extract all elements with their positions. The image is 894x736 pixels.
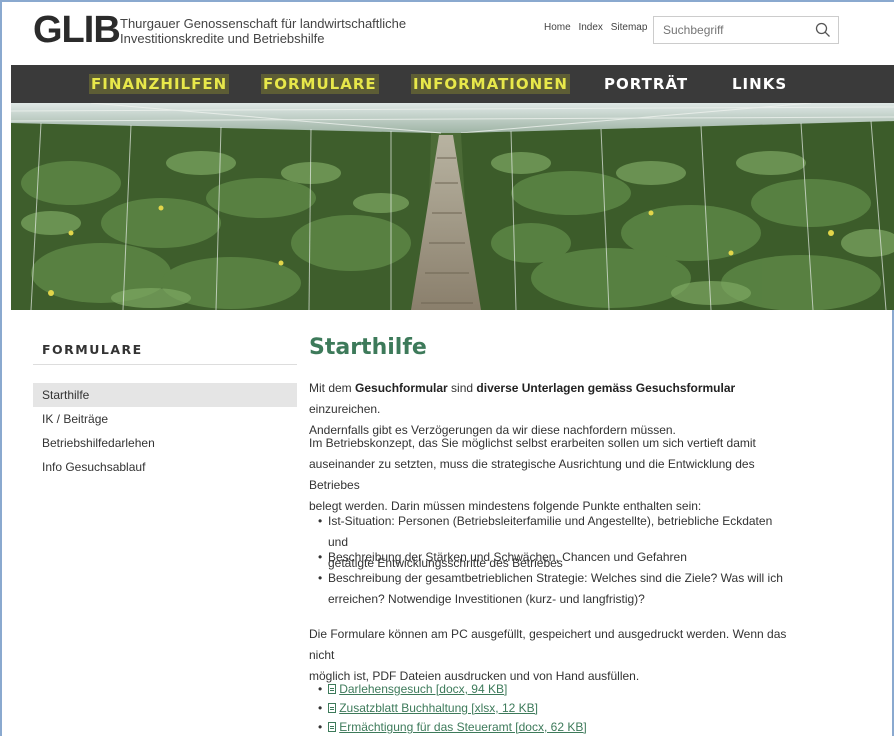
sitemap-link[interactable]: Sitemap bbox=[611, 22, 648, 33]
download-link-ermaechtigung[interactable]: Ermächtigung für das Steueramt [docx, 62… bbox=[339, 720, 586, 734]
top-links: Home Index Sitemap bbox=[544, 22, 652, 33]
download-link-darlehensgesuch[interactable]: Darlehensgesuch [docx, 94 KB] bbox=[339, 682, 507, 696]
greenhouse-photo bbox=[11, 103, 894, 310]
bullet-2-line-1: Beschreibung der Stärken und Schwächen, … bbox=[328, 550, 687, 564]
search-icon[interactable] bbox=[815, 22, 831, 38]
nav-finanzhilfen[interactable]: FINANZHILFEN bbox=[89, 74, 230, 94]
page-content: GLIB Thurgauer Genossenschaft für landwi… bbox=[11, 2, 894, 736]
site-header: GLIB Thurgauer Genossenschaft für landwi… bbox=[11, 2, 894, 65]
sidebar-item-starthilfe[interactable]: Starthilfe bbox=[33, 383, 297, 407]
index-link[interactable]: Index bbox=[578, 22, 602, 33]
download-item: • Zusatzblatt Buchhaltung [xlsx, 12 KB] bbox=[318, 701, 538, 715]
spreadsheet-icon bbox=[328, 703, 337, 713]
download-item: • Darlehensgesuch [docx, 94 KB] bbox=[318, 682, 508, 696]
tagline-line-1: Thurgauer Genossenschaft für landwirtsch… bbox=[120, 16, 407, 31]
intro-text-a: Mit dem bbox=[309, 381, 356, 395]
concept-paragraph: Im Betriebskonzept, das Sie möglichst se… bbox=[309, 433, 789, 517]
forms-line-1: Die Formulare können am PC ausgefüllt, g… bbox=[309, 627, 787, 662]
site-logo[interactable]: GLIB bbox=[33, 8, 121, 52]
search-box bbox=[653, 16, 839, 44]
home-link[interactable]: Home bbox=[544, 22, 571, 33]
intro-bold-gesuchformular: Gesuchformular bbox=[355, 381, 448, 395]
intro-bold-unterlagen: diverse Unterlagen gemäss Gesuchsformula… bbox=[476, 381, 736, 395]
page-title: Starthilfe bbox=[309, 335, 427, 360]
list-item: • Beschreibung der gesamtbetrieblichen S… bbox=[318, 568, 788, 610]
document-icon bbox=[328, 684, 337, 694]
sidebar-item-ik-beitraege[interactable]: IK / Beiträge bbox=[33, 407, 297, 431]
nav-informationen[interactable]: INFORMATIONEN bbox=[411, 74, 570, 94]
search-input[interactable] bbox=[663, 23, 813, 37]
sidebar-title: FORMULARE bbox=[42, 342, 143, 357]
sidebar-divider bbox=[33, 364, 297, 365]
bullet-3-line-2: erreichen? Notwendige Investitionen (kur… bbox=[328, 592, 645, 606]
page-frame: GLIB Thurgauer Genossenschaft für landwi… bbox=[0, 0, 894, 736]
intro-text-c: sind bbox=[447, 381, 477, 395]
sidebar-item-betriebshilfedarlehen[interactable]: Betriebshilfedarlehen bbox=[33, 431, 297, 455]
forms-paragraph: Die Formulare können am PC ausgefüllt, g… bbox=[309, 624, 789, 687]
tagline-line-2: Investitionskredite und Betriebshilfe bbox=[120, 31, 325, 46]
download-link-zusatzblatt[interactable]: Zusatzblatt Buchhaltung [xlsx, 12 KB] bbox=[339, 701, 538, 715]
nav-formulare[interactable]: FORMULARE bbox=[261, 74, 379, 94]
concept-line-1: Im Betriebskonzept, das Sie möglichst se… bbox=[309, 436, 756, 450]
bullet-3-line-1: Beschreibung der gesamtbetrieblichen Str… bbox=[328, 571, 783, 585]
main-navigation: FINANZHILFEN FORMULARE INFORMATIONEN POR… bbox=[11, 65, 894, 103]
site-tagline: Thurgauer Genossenschaft für landwirtsch… bbox=[120, 16, 406, 46]
concept-line-2: auseinander zu setzten, muss die strateg… bbox=[309, 457, 755, 492]
intro-paragraph: Mit dem Gesuchformular sind diverse Unte… bbox=[309, 378, 789, 441]
hero-image bbox=[11, 103, 894, 310]
document-icon bbox=[328, 722, 337, 732]
intro-text-e: einzureichen. bbox=[309, 402, 381, 416]
sidebar-item-info-gesuchsablauf[interactable]: Info Gesuchsablauf bbox=[33, 455, 297, 479]
nav-portraet[interactable]: PORTRÄT bbox=[602, 74, 690, 94]
nav-links[interactable]: LINKS bbox=[730, 74, 789, 94]
download-item: • Ermächtigung für das Steueramt [docx, 6… bbox=[318, 720, 587, 734]
list-item: • Beschreibung der Stärken und Schwächen… bbox=[318, 547, 788, 568]
